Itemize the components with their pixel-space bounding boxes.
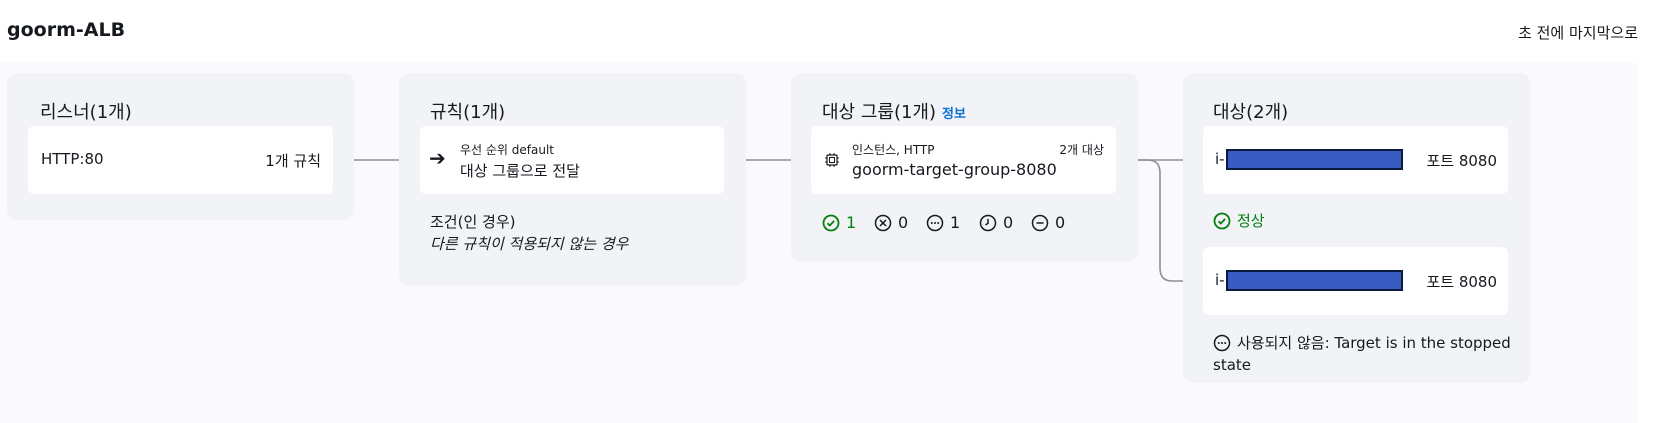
stat-unavailable-value: 0 <box>1055 213 1066 232</box>
arrow-right-icon: ➔ <box>429 146 446 170</box>
target-groups-card: 대상 그룹(1개) 정보 인스턴스, HTTP goorm-target-grou… <box>791 73 1138 262</box>
check-circle-icon <box>1213 212 1231 229</box>
stat-unused-value: 1 <box>950 213 961 232</box>
target-groups-title-text: 대상 그룹(1개) <box>822 102 937 123</box>
listener-protocol: HTTP:80 <box>41 150 104 168</box>
stat-unused: 1 <box>926 213 960 232</box>
target-port: 포트 8080 <box>1426 273 1497 291</box>
target-group-item[interactable]: 인스턴스, HTTP goorm-target-group-8080 2개 대상 <box>811 126 1116 194</box>
stat-healthy: 1 <box>822 213 856 232</box>
target-groups-title: 대상 그룹(1개) 정보 <box>822 98 966 124</box>
condition-label: 조건(인 경우) <box>430 213 516 231</box>
stat-healthy-value: 1 <box>846 213 857 232</box>
target-port: 포트 8080 <box>1426 152 1497 170</box>
target-item[interactable]: i- 포트 8080 <box>1203 247 1508 315</box>
rule-priority: 우선 순위 default <box>460 143 555 157</box>
condition-value: 다른 규칙이 적용되지 않는 경우 <box>430 235 629 253</box>
target-status-text-line2: state <box>1213 356 1251 374</box>
targets-title: 대상(2개) <box>1213 102 1289 123</box>
target-group-name: goorm-target-group-8080 <box>852 160 1057 179</box>
x-circle-icon <box>874 214 892 231</box>
listener-rule-count: 1개 규칙 <box>265 152 321 170</box>
last-updated-text: 초 전에 마지막으로 <box>1518 24 1638 42</box>
stat-draining-value: 0 <box>1003 213 1014 232</box>
target-item[interactable]: i- 포트 8080 <box>1203 126 1508 194</box>
info-link[interactable]: 정보 <box>942 107 966 122</box>
check-circle-icon <box>822 214 840 231</box>
target-status: 사용되지 않음: Target is in the stopped state <box>1213 332 1511 376</box>
target-status-text: 사용되지 않음: Target is in the stopped <box>1237 334 1511 352</box>
rules-title: 규칙(1개) <box>430 102 506 123</box>
targets-card: 대상(2개) i- 포트 8080 정상 i- 포트 8080 사용되지 않음:… <box>1183 73 1530 383</box>
target-group-target-count: 2개 대상 <box>1059 143 1104 157</box>
target-status: 정상 <box>1213 210 1265 231</box>
target-id-prefix: i- <box>1215 271 1225 289</box>
stat-unhealthy-value: 0 <box>898 213 909 232</box>
listeners-card: 리스너(1개) HTTP:80 1개 규칙 <box>7 73 354 220</box>
chip-icon <box>824 152 840 172</box>
redacted-instance-id <box>1226 270 1403 291</box>
minus-circle-icon <box>1031 214 1049 231</box>
ellipsis-circle-icon <box>1213 334 1231 352</box>
stat-unhealthy: 0 <box>874 213 908 232</box>
listener-item[interactable]: HTTP:80 1개 규칙 <box>28 126 333 194</box>
clock-circle-icon <box>979 214 997 231</box>
rule-item[interactable]: ➔ 우선 순위 default 대상 그룹으로 전달 <box>420 126 724 194</box>
target-group-type: 인스턴스, HTTP <box>852 143 935 157</box>
stat-draining: 0 <box>979 213 1013 232</box>
redacted-instance-id <box>1226 149 1403 170</box>
listeners-title: 리스너(1개) <box>40 102 132 123</box>
page-title: goorm-ALB <box>7 19 126 41</box>
stat-unavailable: 0 <box>1031 213 1065 232</box>
rules-card: 규칙(1개) ➔ 우선 순위 default 대상 그룹으로 전달 조건(인 경… <box>399 73 746 286</box>
ellipsis-circle-icon <box>926 214 944 231</box>
target-status-text: 정상 <box>1237 212 1265 230</box>
target-id-prefix: i- <box>1215 150 1225 168</box>
rule-action: 대상 그룹으로 전달 <box>460 162 580 180</box>
resource-map-canvas: 리스너(1개) HTTP:80 1개 규칙 규칙(1개) ➔ 우선 순위 def… <box>0 63 1638 423</box>
